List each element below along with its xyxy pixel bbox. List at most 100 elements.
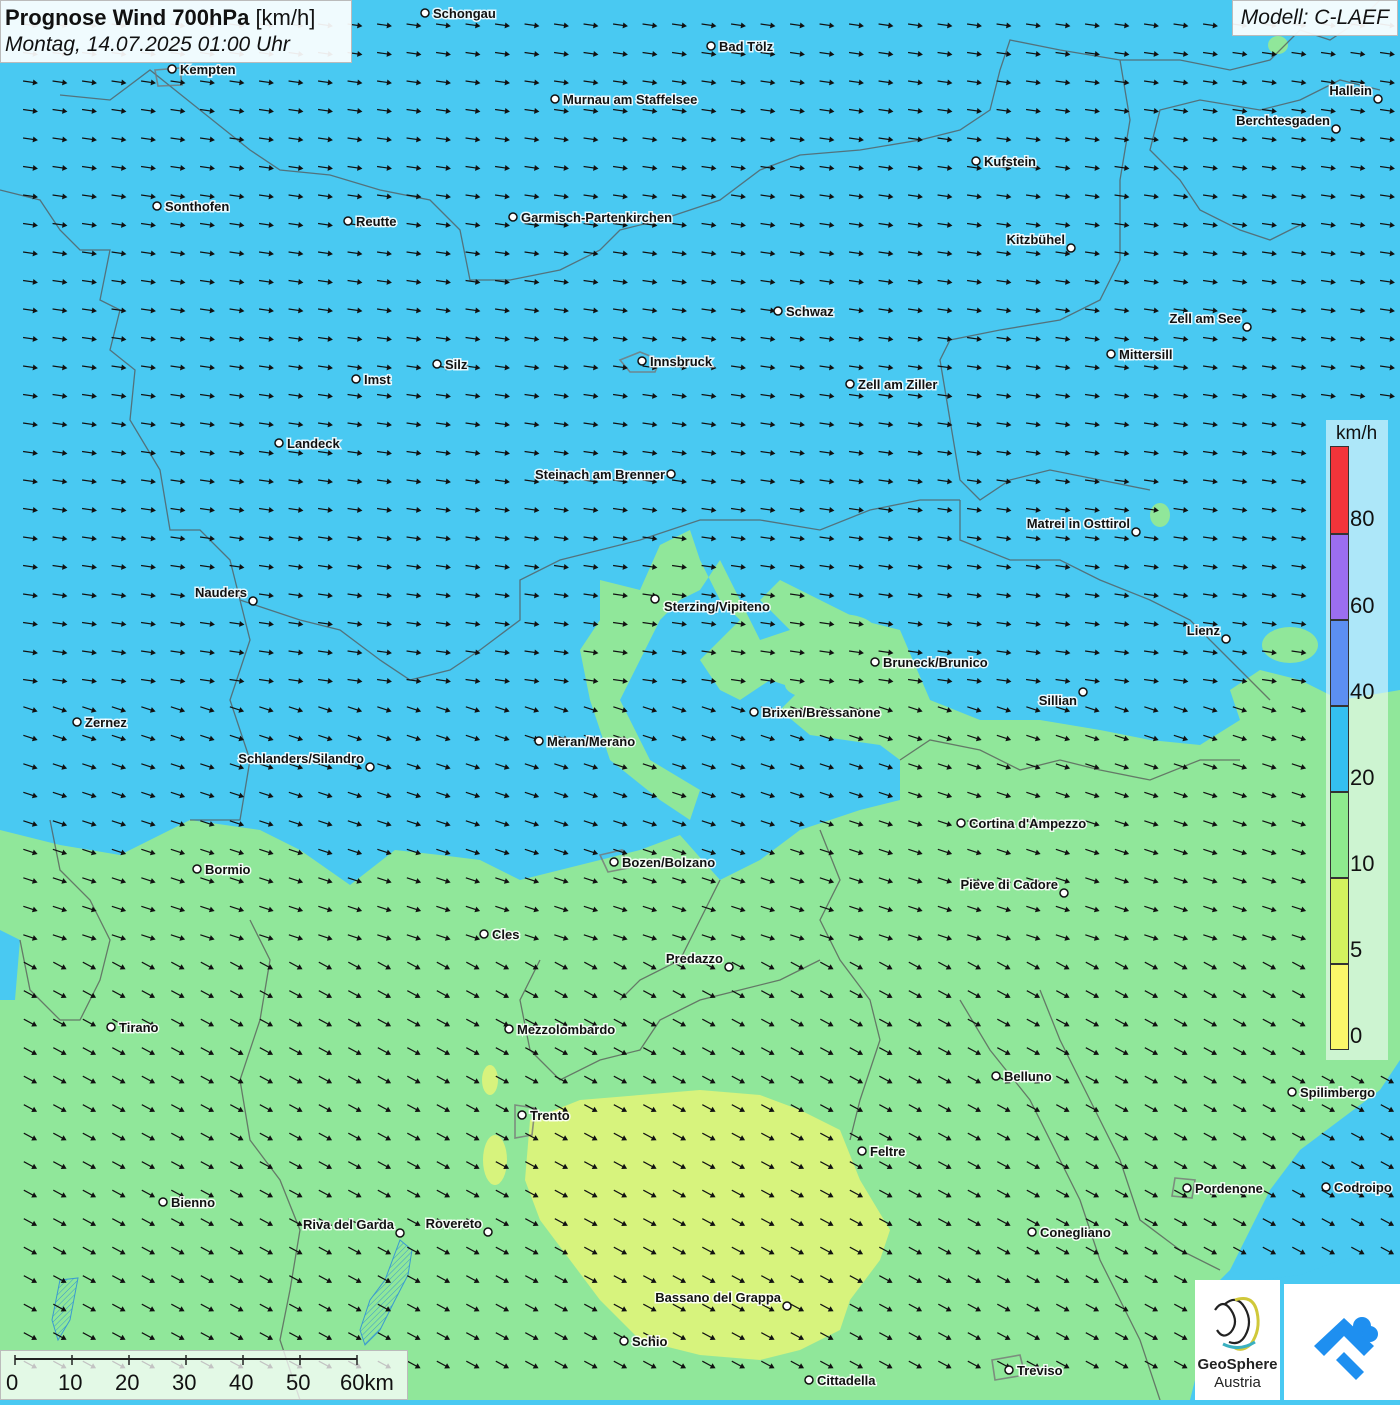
city-label: Schlanders/Silandro [238, 751, 364, 766]
wind-island [805, 614, 875, 646]
city-marker [1106, 349, 1116, 359]
city-label: Spilimbergo [1300, 1085, 1375, 1100]
city-label: Mittersill [1119, 347, 1172, 362]
city-marker [706, 41, 716, 51]
city-label: Kitzbühel [1007, 232, 1066, 247]
city-label: Treviso [1017, 1363, 1063, 1378]
city-label: Imst [364, 372, 391, 387]
city-label: Reutte [356, 214, 396, 229]
city-marker [365, 762, 375, 772]
legend-tick-label: 60 [1350, 593, 1375, 618]
title-box: Prognose Wind 700hPa [km/h] Montag, 14.0… [0, 0, 352, 63]
city-marker [432, 359, 442, 369]
city-marker [1131, 527, 1141, 537]
legend-tick-label: 10 [1350, 851, 1375, 876]
city-marker [956, 818, 966, 828]
city-marker [773, 306, 783, 316]
legend-tick-label: 0 [1350, 1023, 1363, 1048]
city-label: Nauders [195, 585, 247, 600]
city-label: Tirano [119, 1020, 159, 1035]
city-label: Hallein [1329, 83, 1372, 98]
city-label: Cles [492, 927, 519, 942]
wind-island-5-10 [483, 1135, 507, 1185]
city-label: Zell am Ziller [858, 377, 937, 392]
city-marker [72, 717, 82, 727]
city-label: Cortina d'Ampezzo [969, 816, 1086, 831]
city-marker [845, 379, 855, 389]
city-label: Zernez [85, 715, 127, 730]
city-marker [106, 1022, 116, 1032]
city-label: Bormio [205, 862, 251, 877]
city-label: Belluno [1004, 1069, 1052, 1084]
map-title: Prognose Wind 700hPa [km/h] [5, 4, 347, 32]
map-title-bold: Prognose Wind 700hPa [5, 5, 250, 30]
city-label: Feltre [870, 1144, 905, 1159]
city-marker [192, 864, 202, 874]
city-marker [274, 438, 284, 448]
city-marker [517, 1110, 527, 1120]
city-marker [550, 94, 560, 104]
city-marker [479, 929, 489, 939]
city-label: Garmisch-Partenkirchen [521, 210, 672, 225]
city-label: Sillian [1039, 693, 1077, 708]
city-label: Mezzolombardo [517, 1022, 615, 1037]
city-marker [1331, 124, 1341, 134]
legend-tick-label: 40 [1350, 679, 1375, 704]
city-marker [1242, 322, 1252, 332]
wind-island [785, 669, 875, 701]
city-marker [167, 64, 177, 74]
city-marker [508, 212, 518, 222]
city-marker [650, 594, 660, 604]
city-marker [870, 657, 880, 667]
geosphere-icon [1214, 1297, 1260, 1351]
city-marker [1027, 1227, 1037, 1237]
city-marker [619, 1336, 629, 1346]
city-marker [1059, 888, 1069, 898]
city-label: Sterzing/Vipiteno [664, 599, 770, 614]
legend-color-80 [1330, 446, 1349, 534]
city-label: Matrei in Osttirol [1027, 516, 1130, 531]
city-marker [158, 1197, 168, 1207]
city-label: Bienno [171, 1195, 215, 1210]
wind-island [1150, 503, 1170, 527]
wetter-app-logo[interactable] [1284, 1284, 1400, 1400]
city-label: Bassano del Grappa [655, 1290, 781, 1305]
city-marker [1004, 1365, 1014, 1375]
legend-tick-label: 80 [1350, 506, 1375, 531]
city-marker [609, 857, 619, 867]
city-marker [420, 8, 430, 18]
scalebar-label: 50 [286, 1370, 311, 1395]
city-marker [343, 216, 353, 226]
legend-color-5 [1330, 878, 1349, 964]
wetter-app-icon [1314, 1317, 1378, 1380]
city-marker [1373, 94, 1383, 104]
city-label: Kufstein [984, 154, 1036, 169]
city-label: Murnau am Staffelsee [563, 92, 697, 107]
city-marker [1066, 243, 1076, 253]
city-label: Steinach am Brenner [535, 467, 665, 482]
scalebar-label: 20 [115, 1370, 140, 1395]
city-marker [1287, 1087, 1297, 1097]
city-marker [857, 1146, 867, 1156]
city-label: Landeck [287, 436, 341, 451]
city-label: Bruneck/Brunico [883, 655, 988, 670]
legend-color-20 [1330, 706, 1349, 792]
city-marker [666, 469, 676, 479]
model-label: Modell: C-LAEF [1231, 0, 1398, 36]
city-label: Kempten [180, 62, 236, 77]
city-marker [804, 1375, 814, 1385]
city-marker [1321, 1182, 1331, 1192]
city-label: Schio [632, 1334, 667, 1349]
city-label: Bozen/Bolzano [622, 855, 715, 870]
city-label: Bad Tölz [719, 39, 774, 54]
city-marker [749, 707, 759, 717]
city-marker [395, 1228, 405, 1238]
legend-color-10 [1330, 792, 1349, 878]
city-label: Schwaz [786, 304, 834, 319]
legend-tick-label: 5 [1350, 937, 1363, 962]
city-marker [1182, 1183, 1192, 1193]
legend-color-40 [1330, 620, 1349, 706]
city-marker [483, 1227, 493, 1237]
city-label: Schongau [433, 6, 496, 21]
city-marker [152, 201, 162, 211]
